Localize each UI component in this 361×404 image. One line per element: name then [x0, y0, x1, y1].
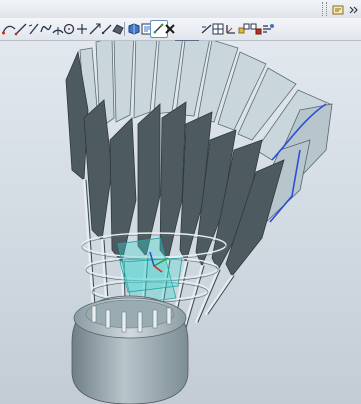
graphics-viewport[interactable] — [0, 41, 361, 404]
toolbar-options-icon[interactable] — [330, 2, 346, 18]
analysis-icon[interactable] — [260, 21, 276, 37]
main-toolbar: 1 — [0, 18, 361, 56]
toolbar-overflow-icon[interactable] — [346, 2, 361, 18]
toolbar-grip[interactable] — [322, 2, 327, 16]
top-toolbar-strip — [0, 0, 361, 19]
datum-plane-highlight[interactable] — [117, 237, 183, 305]
shuttlecock-model[interactable] — [0, 41, 361, 404]
toolbar-separator — [124, 22, 125, 36]
delete-icon[interactable] — [162, 21, 178, 37]
cad-application-window: 1 — [0, 0, 361, 404]
